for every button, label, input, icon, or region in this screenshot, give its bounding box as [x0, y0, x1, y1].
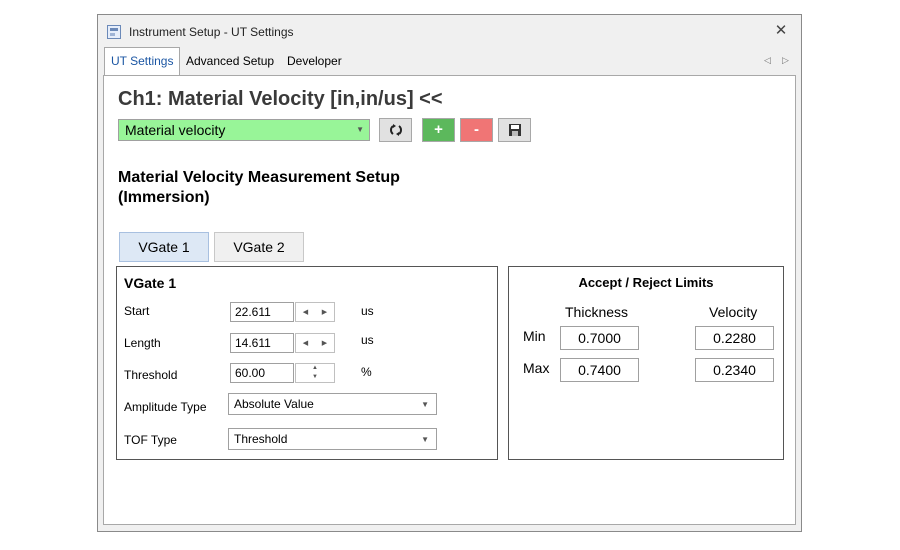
- chevron-down-icon: ▼: [356, 125, 364, 134]
- tab-advanced-setup[interactable]: Advanced Setup: [180, 49, 280, 73]
- min-thickness-input[interactable]: 0.7000: [560, 326, 639, 350]
- chevron-down-icon: ▼: [421, 400, 429, 409]
- start-input[interactable]: 22.611: [230, 302, 294, 322]
- caret-up-icon: ▲: [312, 365, 318, 371]
- measurement-type-value: Material velocity: [125, 122, 226, 138]
- start-label: Start: [124, 304, 150, 318]
- page-title[interactable]: Ch1: Material Velocity [in,in/us] <<: [118, 88, 443, 111]
- tab-scroll-left-icon[interactable]: ◁: [764, 55, 771, 66]
- accept-reject-limits-group: Accept / Reject Limits Thickness Velocit…: [508, 266, 784, 460]
- caret-down-icon: ▼: [312, 374, 318, 380]
- threshold-input[interactable]: 60.00: [230, 363, 294, 383]
- remove-button[interactable]: -: [460, 118, 493, 142]
- measurement-type-select[interactable]: Material velocity ▼: [118, 119, 370, 141]
- vgate-settings-group: VGate 1 Start 22.611 ◀ ▶ us Length 14.611…: [116, 266, 498, 460]
- threshold-unit: %: [361, 365, 372, 379]
- amplitude-type-value: Absolute Value: [234, 397, 314, 411]
- tab-ut-settings[interactable]: UT Settings: [104, 47, 181, 76]
- length-unit: us: [361, 333, 374, 347]
- vgate-group-title: VGate 1: [124, 275, 177, 291]
- setup-subtitle: (Immersion): [118, 189, 210, 206]
- tof-type-select[interactable]: Threshold ▼: [228, 428, 437, 450]
- length-stepper[interactable]: ◀ ▶: [295, 333, 335, 353]
- caret-left-icon: ◀: [302, 309, 309, 316]
- window-title: Instrument Setup - UT Settings: [129, 25, 294, 39]
- max-label: Max: [523, 360, 550, 376]
- length-label: Length: [124, 336, 161, 350]
- chevron-down-icon: ▼: [421, 435, 429, 444]
- app-icon: [107, 25, 121, 39]
- add-button[interactable]: +: [422, 118, 455, 142]
- velocity-column-header: Velocity: [709, 304, 758, 320]
- floppy-disk-icon: [508, 124, 521, 136]
- tof-type-label: TOF Type: [124, 433, 177, 447]
- start-unit: us: [361, 304, 374, 318]
- refresh-icon: [389, 124, 402, 136]
- instrument-setup-window: Instrument Setup - UT Settings ✕ UT Sett…: [97, 14, 802, 532]
- ut-settings-panel: Ch1: Material Velocity [in,in/us] << Mat…: [103, 75, 796, 525]
- tof-type-value: Threshold: [234, 432, 288, 446]
- start-stepper[interactable]: ◀ ▶: [295, 302, 335, 322]
- title-bar: Instrument Setup - UT Settings ✕: [98, 15, 801, 47]
- length-input[interactable]: 14.611: [230, 333, 294, 353]
- amplitude-type-label: Amplitude Type: [124, 400, 207, 414]
- setup-title: Material Velocity Measurement Setup: [118, 169, 400, 186]
- tab-vgate-2[interactable]: VGate 2: [214, 232, 304, 262]
- close-icon[interactable]: ✕: [773, 23, 789, 39]
- max-thickness-input[interactable]: 0.7400: [560, 358, 639, 382]
- caret-right-icon: ▶: [321, 340, 328, 347]
- amplitude-type-select[interactable]: Absolute Value ▼: [228, 393, 437, 415]
- tab-developer[interactable]: Developer: [281, 49, 348, 73]
- caret-left-icon: ◀: [302, 340, 309, 347]
- refresh-button[interactable]: [379, 118, 412, 142]
- limits-title: Accept / Reject Limits: [578, 275, 714, 290]
- thickness-column-header: Thickness: [565, 304, 629, 320]
- tab-strip: UT Settings Advanced Setup Developer ◁ ▷: [98, 47, 801, 76]
- tab-vgate-1[interactable]: VGate 1: [119, 232, 209, 262]
- threshold-label: Threshold: [124, 368, 178, 382]
- min-label: Min: [523, 328, 546, 344]
- tab-scroll-right-icon[interactable]: ▷: [782, 55, 789, 66]
- max-velocity-input[interactable]: 0.2340: [695, 358, 774, 382]
- threshold-stepper[interactable]: ▲ ▼: [295, 363, 335, 383]
- min-velocity-input[interactable]: 0.2280: [695, 326, 774, 350]
- save-button[interactable]: [498, 118, 531, 142]
- caret-right-icon: ▶: [321, 309, 328, 316]
